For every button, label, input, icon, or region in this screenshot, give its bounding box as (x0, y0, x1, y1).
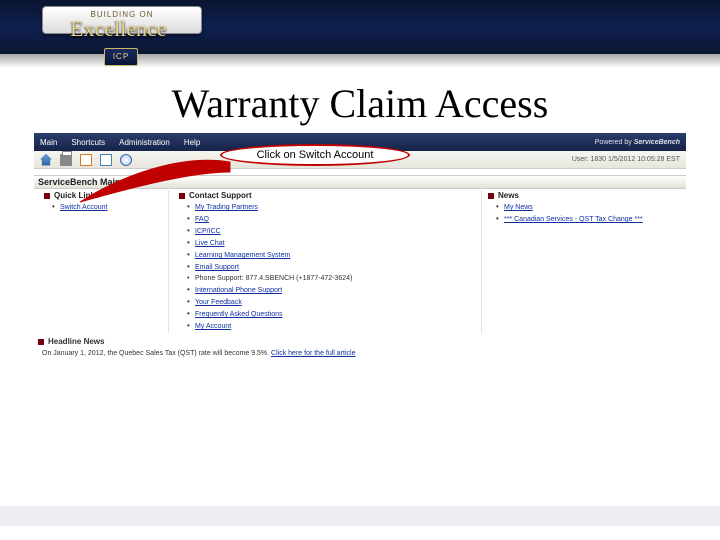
quick-links-title: Quick Links (54, 191, 99, 200)
link-feedback[interactable]: Your Feedback (195, 299, 242, 306)
col-news: News My News *** Canadian Services - QST… (482, 191, 682, 333)
toolbar: User: 1830 1/5/2012 10:05:28 EST (34, 151, 686, 169)
footer-band (0, 506, 720, 526)
headline-title: Headline News (48, 337, 104, 346)
bullet-icon (179, 193, 185, 199)
col-contact-support: Contact Support My Trading Partners FAQ … (168, 191, 482, 333)
menubar: Main Shortcuts Administration Help Power… (34, 133, 686, 151)
bullet-icon (38, 339, 44, 345)
menu-shortcuts[interactable]: Shortcuts (71, 138, 105, 147)
main-menu-title: ServiceBench Main Menu (34, 177, 147, 187)
columns: Quick Links Switch Account Contact Suppo… (34, 189, 686, 335)
link-faq[interactable]: FAQ (195, 216, 209, 223)
link-my-news[interactable]: My News (504, 204, 533, 211)
phone-support-line: Phone Support: 877.4.SBENCH (+1877-472-3… (187, 274, 471, 284)
link-intl-phone[interactable]: International Phone Support (195, 287, 282, 294)
link-lms[interactable]: Learning Management System (195, 252, 290, 259)
bullet-icon (44, 193, 50, 199)
link-faq-2[interactable]: Frequently Asked Questions (195, 311, 283, 318)
headline-body: On January 1, 2012, the Quebec Sales Tax… (34, 348, 686, 365)
link-icp-icc[interactable]: ICP/ICC (195, 228, 221, 235)
link-switch-account[interactable]: Switch Account (60, 204, 107, 211)
link-qst-change[interactable]: *** Canadian Services - QST Tax Change *… (504, 216, 643, 223)
menu-main[interactable]: Main (40, 138, 57, 147)
headline-bar: Headline News (34, 335, 686, 348)
servicebench-app: Main Shortcuts Administration Help Power… (34, 133, 686, 365)
headline-link[interactable]: Click here for the full article (271, 350, 355, 357)
menu-help[interactable]: Help (184, 138, 200, 147)
user-status: User: 1830 1/5/2012 10:05:28 EST (572, 156, 680, 163)
page-title: Warranty Claim Access (0, 80, 720, 127)
badge-script: Excellence (70, 16, 167, 42)
main-menu-banner: ServiceBench Main Menu (34, 175, 686, 189)
home-icon[interactable] (40, 154, 52, 166)
link-email-support[interactable]: Email Support (195, 264, 239, 271)
contact-support-title: Contact Support (189, 191, 252, 200)
menu-administration[interactable]: Administration (119, 138, 170, 147)
slide-title: Warranty Claim Access (0, 78, 720, 127)
help-icon[interactable] (120, 154, 132, 166)
print-icon[interactable] (60, 154, 72, 166)
col-quick-links: Quick Links Switch Account (38, 191, 168, 333)
slide-top-banner: BUILDING ON Excellence ICP (0, 0, 720, 78)
link-live-chat[interactable]: Live Chat (195, 240, 225, 247)
headline-text: On January 1, 2012, the Quebec Sales Tax… (42, 350, 271, 357)
link-trading-partners[interactable]: My Trading Partners (195, 204, 258, 211)
excellence-badge: BUILDING ON Excellence ICP (42, 0, 202, 70)
link-my-account[interactable]: My Account (195, 323, 231, 330)
news-title: News (498, 191, 519, 200)
badge-icp: ICP (104, 48, 138, 66)
document-icon[interactable] (80, 154, 92, 166)
note-icon[interactable] (100, 154, 112, 166)
bullet-icon (488, 193, 494, 199)
powered-by: Powered by ServiceBench (595, 139, 680, 146)
